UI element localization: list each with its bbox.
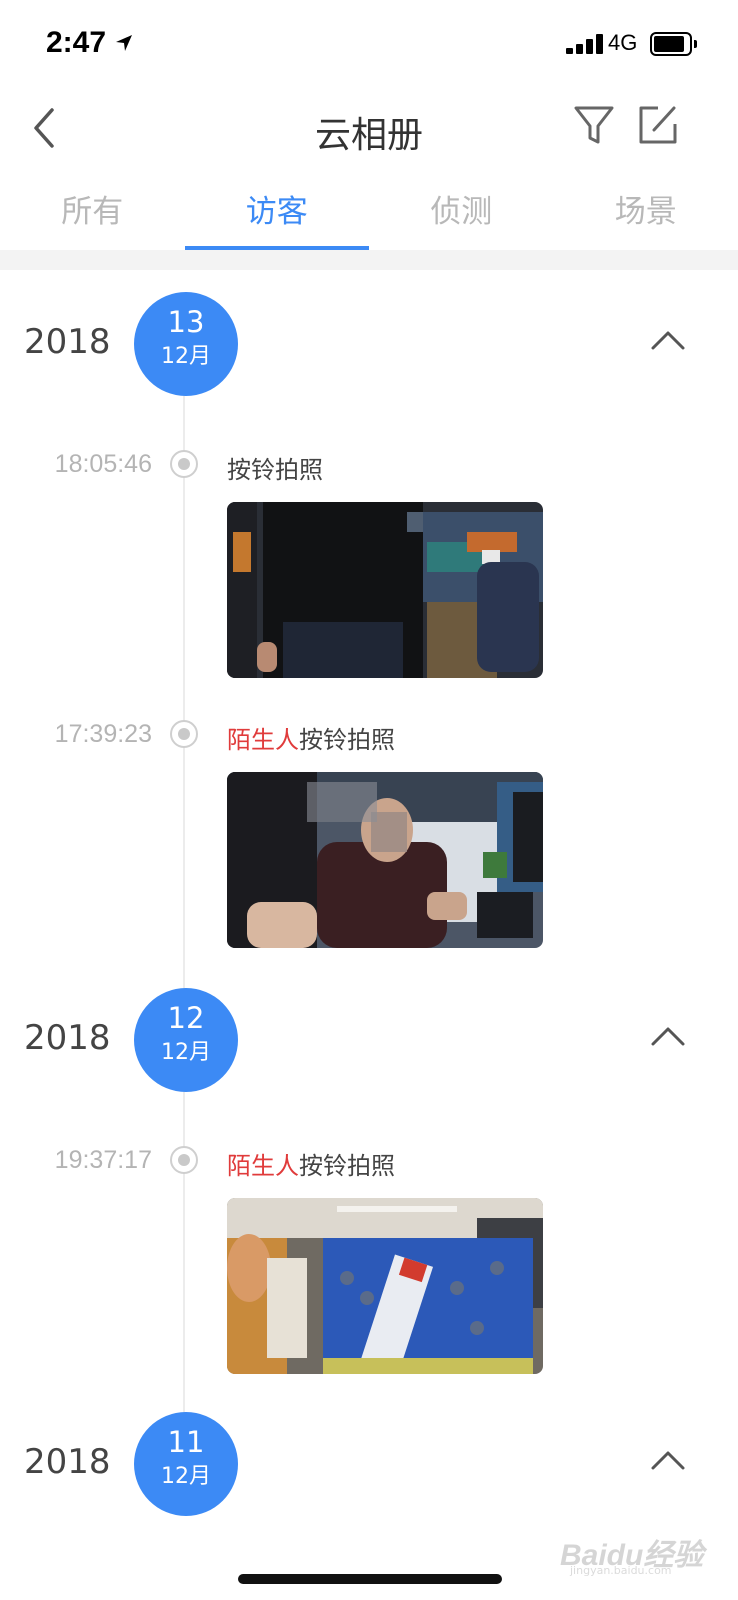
tab-detection[interactable]: 侦测 xyxy=(369,178,554,250)
date-badge: 12 12月 xyxy=(134,988,238,1092)
tabs-divider xyxy=(0,250,738,270)
edit-icon[interactable] xyxy=(636,102,680,148)
baidu-watermark: Baidu经验 jingyan.baidu.com xyxy=(560,1530,710,1577)
event-label: 陌生人按铃拍照 xyxy=(227,720,395,755)
stranger-tag: 陌生人 xyxy=(227,1152,299,1180)
tab-all[interactable]: 所有 xyxy=(0,178,185,250)
network-type: 4G xyxy=(608,30,638,55)
date-day: 11 xyxy=(167,1425,205,1459)
date-day: 12 xyxy=(167,1001,205,1035)
date-month: 12月 xyxy=(161,1464,211,1489)
event-time: 17:39:23 xyxy=(54,720,152,748)
timeline-dot-icon xyxy=(170,450,198,478)
date-year: 2018 xyxy=(24,322,111,362)
event-label: 陌生人按铃拍照 xyxy=(227,1146,395,1181)
timeline-line xyxy=(183,380,185,1510)
event-type: 按铃拍照 xyxy=(299,1152,395,1180)
chevron-up-icon[interactable] xyxy=(650,328,686,352)
date-header: 2018 12 12月 xyxy=(0,988,738,1092)
chevron-up-icon[interactable] xyxy=(650,1024,686,1048)
navigation-bar: 云相册 xyxy=(0,92,738,162)
event-time: 18:05:46 xyxy=(54,450,152,478)
status-time: 2:47 xyxy=(46,26,107,59)
event-type: 按铃拍照 xyxy=(299,726,395,754)
page-title: 云相册 xyxy=(314,115,423,156)
tab-bar: 所有 访客 侦测 场景 xyxy=(0,178,738,250)
battery-icon xyxy=(650,32,698,56)
timeline-dot-icon xyxy=(170,720,198,748)
event-label: 按铃拍照 xyxy=(227,450,323,485)
visitor-photo[interactable] xyxy=(227,772,543,948)
date-header: 2018 13 12月 xyxy=(0,292,738,396)
stranger-tag: 陌生人 xyxy=(227,726,299,754)
visitor-photo[interactable] xyxy=(227,502,543,678)
tab-visitors[interactable]: 访客 xyxy=(184,178,370,250)
status-bar: 2:47 4G xyxy=(0,0,738,92)
timeline-dot-icon xyxy=(170,1146,198,1174)
date-header: 2018 11 12月 xyxy=(0,1412,738,1516)
date-day: 13 xyxy=(167,305,205,339)
date-year: 2018 xyxy=(24,1442,111,1482)
event-time: 19:37:17 xyxy=(54,1146,152,1174)
chevron-up-icon[interactable] xyxy=(650,1448,686,1472)
visitor-photo[interactable] xyxy=(227,1198,543,1374)
filter-icon[interactable] xyxy=(572,102,616,148)
cellular-signal-icon xyxy=(566,34,604,54)
home-indicator[interactable] xyxy=(238,1574,502,1584)
date-month: 12月 xyxy=(161,1040,211,1065)
date-badge: 13 12月 xyxy=(134,292,238,396)
location-arrow-icon xyxy=(116,35,132,51)
tab-scene[interactable]: 场景 xyxy=(554,178,738,250)
date-year: 2018 xyxy=(24,1018,111,1058)
watermark-url: jingyan.baidu.com xyxy=(570,1564,672,1577)
event-type: 按铃拍照 xyxy=(227,456,323,484)
date-month: 12月 xyxy=(161,344,211,369)
date-badge: 11 12月 xyxy=(134,1412,238,1516)
